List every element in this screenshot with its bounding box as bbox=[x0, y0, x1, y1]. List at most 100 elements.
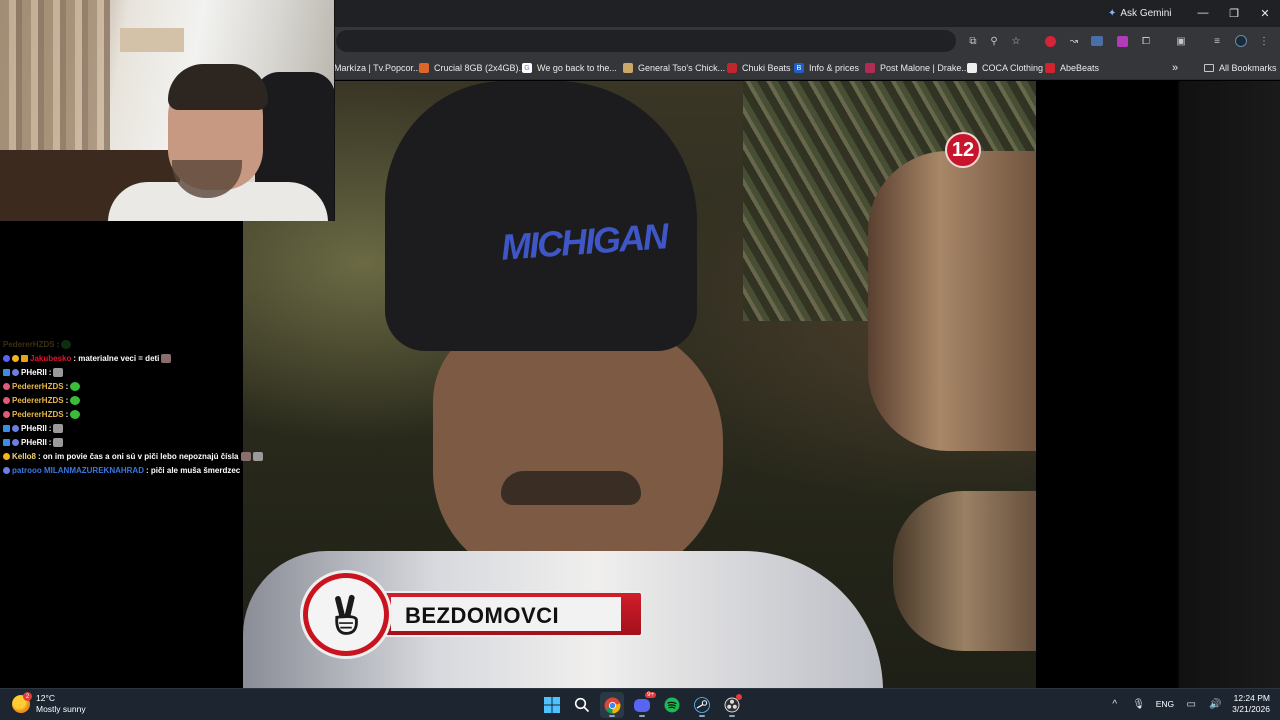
chat-badge-icon bbox=[3, 396, 10, 404]
profile-avatar[interactable] bbox=[1234, 34, 1248, 48]
bookmark-item[interactable]: Post Malone | Drake... bbox=[865, 60, 969, 76]
microphone-icon[interactable]: 🎙 bbox=[1132, 697, 1146, 711]
active-indicator bbox=[609, 715, 615, 717]
emote-icon bbox=[53, 367, 64, 377]
bookmark-item[interactable]: General Tso's Chick... bbox=[623, 60, 725, 76]
lower-third-banner: BEZDOMOVCI bbox=[295, 573, 650, 656]
windows-start-button[interactable] bbox=[540, 692, 564, 718]
clock-date: 3/21/2026 bbox=[1232, 704, 1270, 714]
emote-icon bbox=[61, 339, 72, 349]
extensions-puzzle-icon[interactable]: ⧠ bbox=[1139, 34, 1153, 48]
browser-menu-icon[interactable]: ⋮ bbox=[1257, 34, 1271, 48]
bookmark-item[interactable]: COCA Clothing bbox=[967, 60, 1043, 76]
chat-badge-icon bbox=[12, 438, 19, 446]
bookmark-label: Crucial 8GB (2x4GB)... bbox=[434, 63, 527, 73]
active-indicator bbox=[699, 715, 705, 717]
chat-username: PHeRII bbox=[21, 367, 47, 377]
bookmark-label: Post Malone | Drake... bbox=[880, 63, 969, 73]
chat-message: PedererHZDS : bbox=[3, 394, 81, 406]
extension-arrow-icon[interactable]: ↝ bbox=[1067, 34, 1081, 48]
active-indicator bbox=[639, 715, 645, 717]
bookmark-item[interactable]: G We go back to the... bbox=[522, 60, 617, 76]
media-control-icon[interactable]: ≡ bbox=[1210, 34, 1224, 48]
chat-text: : bbox=[48, 367, 52, 377]
zoom-icon[interactable]: ⚲ bbox=[987, 34, 1001, 48]
bookmark-favicon-icon bbox=[727, 63, 737, 73]
taskbar-spotify-button[interactable] bbox=[660, 692, 684, 718]
bookmark-label: Info & prices bbox=[809, 63, 860, 73]
chat-username: PedererHZDS bbox=[12, 409, 64, 419]
ask-gemini-button[interactable]: ✦ Ask Gemini bbox=[1108, 6, 1172, 21]
install-app-icon[interactable]: ⧉ bbox=[966, 34, 980, 48]
video-pipe bbox=[893, 491, 1036, 651]
show-hidden-icons-chevron-icon[interactable]: ^ bbox=[1108, 697, 1122, 711]
chat-message: patrooo MILANMAZUREKNAHRAD : piči ale mu… bbox=[3, 464, 240, 476]
minimize-button[interactable]: — bbox=[1189, 4, 1217, 22]
all-bookmarks-button[interactable]: All Bookmarks bbox=[1204, 60, 1277, 76]
chat-message: PedererHZDS : bbox=[3, 380, 81, 392]
emote-icon bbox=[252, 451, 263, 461]
taskbar-discord-button[interactable]: 9+ bbox=[630, 692, 656, 718]
bookmark-item[interactable]: AbeBeats bbox=[1045, 60, 1099, 76]
active-indicator bbox=[729, 715, 735, 717]
chat-text: : bbox=[65, 381, 69, 391]
chat-badge-icon bbox=[12, 424, 19, 432]
bookmark-item[interactable]: Markíza | Tv.Popcor... bbox=[334, 60, 421, 76]
chat-text: : materialne veci = deti bbox=[73, 353, 160, 363]
windows-taskbar: 2 12°C Mostly sunny 9+ ^ 🎙 ENG ▭ 🔊 12:24… bbox=[0, 688, 1280, 720]
chat-username: Jakubesko bbox=[30, 353, 72, 363]
extension-red-icon[interactable] bbox=[1043, 34, 1057, 48]
emote-icon bbox=[70, 409, 81, 419]
weather-widget[interactable]: 2 12°C Mostly sunny bbox=[12, 692, 86, 715]
weather-condition: Mostly sunny bbox=[36, 704, 86, 714]
close-button[interactable]: ✕ bbox=[1251, 4, 1279, 22]
chat-username: PedererHZDS bbox=[12, 381, 64, 391]
chat-badge-icon bbox=[21, 354, 28, 362]
windows-logo-icon bbox=[544, 697, 560, 713]
taskbar-search-button[interactable] bbox=[570, 692, 594, 718]
chat-message: PHeRII : bbox=[3, 422, 64, 434]
spotify-icon bbox=[664, 697, 680, 713]
ask-gemini-label: Ask Gemini bbox=[1120, 8, 1172, 19]
taskbar-obs-button[interactable] bbox=[720, 692, 744, 718]
taskbar-steam-button[interactable] bbox=[690, 692, 714, 718]
input-language-indicator[interactable]: ENG bbox=[1156, 699, 1174, 709]
weather-temperature: 12°C bbox=[36, 693, 55, 703]
emote-icon bbox=[70, 395, 81, 405]
reading-list-icon[interactable]: ▣ bbox=[1174, 34, 1188, 48]
extension-counter-icon[interactable] bbox=[1090, 34, 1104, 48]
more-bookmarks-button[interactable]: » bbox=[1172, 60, 1178, 76]
google-favicon-icon: G bbox=[522, 63, 532, 73]
lower-third-label: BEZDOMOVCI bbox=[405, 603, 560, 628]
chat-badge-icon bbox=[3, 368, 10, 376]
network-icon[interactable]: ▭ bbox=[1184, 697, 1198, 711]
address-bar[interactable] bbox=[336, 30, 956, 52]
chat-text: : on im povie čas a oni sú v piči lebo n… bbox=[38, 451, 239, 461]
folder-icon bbox=[1204, 64, 1214, 72]
bookmark-item[interactable]: B Info & prices bbox=[794, 60, 859, 76]
bookmark-star-icon[interactable]: ☆ bbox=[1009, 34, 1023, 48]
chat-text: : piči ale muša šmerdzec bbox=[145, 465, 241, 475]
taskbar-chrome-button[interactable] bbox=[600, 692, 624, 718]
chat-text: : bbox=[48, 437, 52, 447]
video-player[interactable]: MICHIGAN 12 BEZDOMOVCI bbox=[243, 81, 1036, 688]
bookmark-label: General Tso's Chick... bbox=[638, 63, 726, 73]
chat-username: PedererHZDS bbox=[3, 339, 55, 349]
chat-text: : bbox=[65, 409, 69, 419]
chat-badge-icon bbox=[3, 424, 10, 432]
emote-icon bbox=[53, 437, 64, 447]
video-right-margin bbox=[1036, 81, 1280, 688]
bookmark-item[interactable]: Crucial 8GB (2x4GB)... bbox=[419, 60, 526, 76]
extension-purple-icon[interactable] bbox=[1115, 34, 1129, 48]
taskbar-clock[interactable]: 12:24 PM 3/21/2026 bbox=[1232, 693, 1270, 715]
webcam-shelf-box bbox=[120, 28, 184, 52]
clock-time: 12:24 PM bbox=[1233, 693, 1270, 703]
gemini-icon: ✦ bbox=[1108, 8, 1117, 19]
chat-message: PHeRII : bbox=[3, 436, 64, 448]
volume-icon[interactable]: 🔊 bbox=[1208, 697, 1222, 711]
chat-badge-icon bbox=[3, 466, 10, 474]
bookmark-item[interactable]: Chuki Beats bbox=[727, 60, 791, 76]
video-pipe bbox=[868, 151, 1036, 451]
chat-badge-icon bbox=[3, 452, 10, 460]
restore-button[interactable]: ❐ bbox=[1220, 4, 1248, 22]
